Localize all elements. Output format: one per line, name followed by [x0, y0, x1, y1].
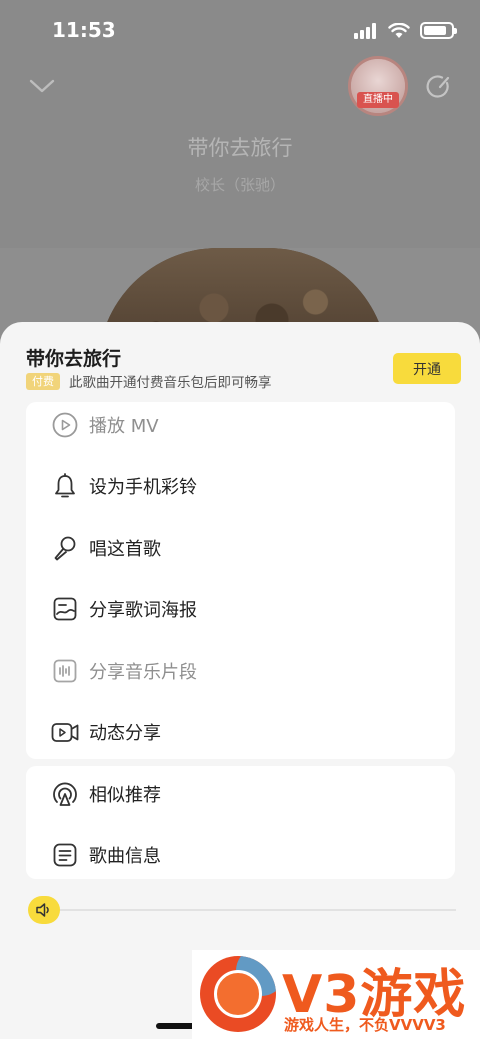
waveform-icon — [50, 656, 80, 686]
menu-item-label: 播放 MV — [89, 416, 159, 437]
menu-item-label: 歌曲信息 — [89, 846, 161, 867]
wifi-icon — [388, 22, 410, 38]
watermark: V3游戏 游戏人生，不负VVVV3 — [192, 950, 480, 1039]
radio-recommend-icon — [50, 779, 80, 809]
menu-item-label: 设为手机彩铃 — [89, 477, 197, 498]
menu-item-label: 唱这首歌 — [89, 539, 161, 560]
signal-icon — [354, 22, 376, 39]
menu-item-sing[interactable]: 唱这首歌 — [26, 523, 455, 573]
menu-card: 播放 MV 设为手机彩铃 唱这首歌 分享歌词海报 分享音乐片段 动态分享 — [26, 402, 455, 759]
player-artist: 校长（张驰） — [194, 176, 285, 194]
status-time: 11:53 — [52, 18, 116, 42]
menu-item-dynamic-share[interactable]: 动态分享 — [26, 707, 455, 757]
volume-track[interactable] — [60, 909, 456, 911]
chevron-down-icon[interactable] — [28, 74, 56, 98]
sheet-song-title: 带你去旅行 — [26, 348, 122, 370]
menu-item-label: 动态分享 — [89, 723, 161, 744]
paid-hint: 此歌曲开通付费音乐包后即可畅享 — [69, 375, 272, 391]
menu-item-similar[interactable]: 相似推荐 — [26, 769, 455, 819]
bell-icon — [50, 471, 80, 501]
play-mv-icon — [50, 410, 80, 440]
microphone-icon — [50, 533, 80, 563]
volume-slider[interactable] — [28, 896, 456, 924]
status-icons — [354, 22, 457, 39]
battery-icon — [420, 22, 457, 39]
menu-item-label: 分享歌词海报 — [89, 600, 197, 621]
watermark-logo — [200, 956, 276, 1032]
menu-item-song-info[interactable]: 歌曲信息 — [26, 830, 455, 880]
lyrics-poster-icon — [50, 594, 80, 624]
action-sheet: 带你去旅行 付费 此歌曲开通付费音乐包后即可畅享 开通 播放 MV 设为手机彩铃… — [0, 322, 480, 1039]
player-song-title: 带你去旅行 — [187, 136, 293, 160]
menu-card-secondary: 相似推荐 歌曲信息 — [26, 766, 455, 879]
document-info-icon — [50, 840, 80, 870]
status-bar: 11:53 — [0, 0, 480, 64]
watermark-slogan: 游戏人生，不负VVVV3 — [284, 1016, 446, 1034]
open-membership-button[interactable]: 开通 — [393, 353, 461, 384]
video-camera-icon — [50, 717, 80, 747]
volume-knob[interactable] — [28, 896, 60, 924]
speaker-icon — [36, 903, 49, 917]
paid-badge: 付费 — [26, 373, 60, 390]
menu-item-ringtone[interactable]: 设为手机彩铃 — [26, 461, 455, 511]
share-icon[interactable] — [426, 74, 452, 100]
menu-item-label: 分享音乐片段 — [89, 662, 197, 683]
live-badge: 直播中 — [357, 92, 399, 108]
menu-item-share-clip[interactable]: 分享音乐片段 — [26, 646, 455, 696]
menu-item-play-mv[interactable]: 播放 MV — [26, 400, 455, 450]
menu-item-label: 相似推荐 — [89, 785, 161, 806]
menu-item-lyrics-poster[interactable]: 分享歌词海报 — [26, 584, 455, 634]
